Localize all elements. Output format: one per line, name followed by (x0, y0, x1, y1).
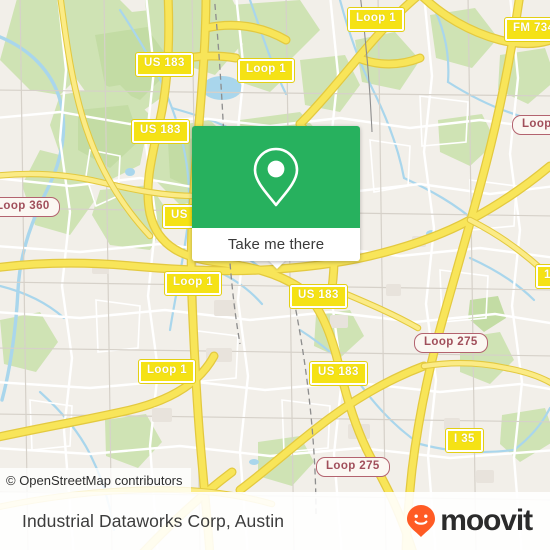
road-label-us183-w: US 183 (131, 119, 190, 144)
road-label-us183-s: US 183 (309, 361, 368, 386)
road-label-loop1-c: Loop 1 (163, 271, 223, 296)
road-label-loop1-sw: Loop 1 (137, 359, 197, 384)
road-label-loop275-s: Loop 275 (316, 457, 390, 477)
callout-icon-panel (192, 126, 360, 228)
road-label-loop360: Loop 360 (0, 197, 60, 217)
road-label-loop2-e: Loop 2 (512, 115, 550, 135)
take-me-there-button[interactable]: Take me there (192, 228, 360, 261)
page-footer: Industrial Dataworks Corp, Austin moovit (0, 492, 550, 550)
road-label-us183-cc: US 183 (289, 284, 348, 309)
moovit-map-page: .park { fill:#cfe3b4; } .parkd { fill:#c… (0, 0, 550, 550)
map-attribution[interactable]: © OpenStreetMap contributors (0, 468, 191, 492)
road-label-us183-nw: US 183 (135, 52, 194, 77)
map-pin-icon (253, 147, 299, 207)
page-title: Industrial Dataworks Corp, Austin (22, 510, 285, 531)
road-label-loop275-e: Loop 275 (414, 333, 488, 353)
callout-pointer (268, 260, 286, 269)
road-label-loop1-nc: Loop 1 (236, 58, 296, 83)
moovit-smiling-pin-icon (407, 505, 436, 537)
road-label-i35: I 35 (445, 428, 484, 453)
map-canvas[interactable]: .park { fill:#cfe3b4; } .parkd { fill:#c… (0, 0, 550, 550)
road-label-fm734: FM 734 (503, 17, 550, 42)
road-label-loop1-north: Loop 1 (346, 7, 406, 32)
moovit-wordmark: moovit (440, 504, 533, 537)
moovit-brand-logo[interactable]: moovit (406, 504, 533, 538)
location-callout-card[interactable]: Take me there (192, 126, 360, 261)
road-label-1-e: 1 (535, 264, 550, 289)
